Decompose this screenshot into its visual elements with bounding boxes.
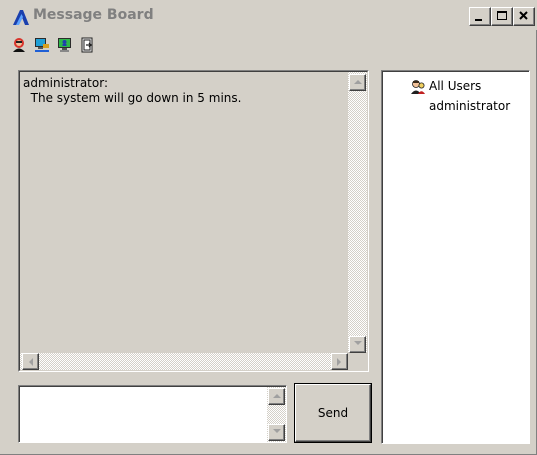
- scroll-up-button[interactable]: [349, 74, 366, 91]
- send-button[interactable]: Send: [295, 384, 371, 442]
- title-bar[interactable]: Message Board: [0, 0, 537, 30]
- users-group-icon: [411, 80, 425, 94]
- close-button[interactable]: [513, 7, 535, 26]
- scrollbar-corner: [348, 353, 367, 370]
- message-board-window: Message Board administrator: The system …: [0, 0, 537, 455]
- toolbar: [8, 35, 100, 55]
- arrow-right-icon: [337, 358, 341, 366]
- window-controls: [469, 7, 535, 26]
- app-logo-icon: [13, 10, 29, 25]
- monitor-users-icon: [58, 38, 71, 52]
- input-scroll-up-button[interactable]: [268, 388, 285, 405]
- message-input[interactable]: [22, 389, 258, 439]
- message-input-box: [18, 385, 287, 443]
- user-name: administrator: [429, 99, 511, 113]
- maximize-button[interactable]: [491, 7, 513, 26]
- toolbar-users-button[interactable]: [54, 35, 76, 57]
- toolbar-network-button[interactable]: [31, 35, 53, 57]
- arrow-left-icon: [29, 358, 33, 366]
- user-list-item[interactable]: administrator: [429, 99, 510, 114]
- arrow-up-icon: [354, 80, 362, 84]
- maximize-icon: [497, 11, 507, 20]
- scroll-down-button[interactable]: [349, 336, 366, 353]
- close-icon: [519, 11, 528, 20]
- scroll-left-button[interactable]: [22, 353, 39, 370]
- monitor-network-icon: [35, 38, 49, 52]
- user-list-panel: All Users administrator: [381, 70, 530, 444]
- user-group-all-users[interactable]: All Users: [410, 79, 481, 94]
- message-vertical-scrollbar[interactable]: [348, 72, 367, 353]
- toolbar-user-button[interactable]: [8, 35, 30, 57]
- message-horizontal-scrollbar[interactable]: [20, 353, 348, 370]
- toolbar-exit-button[interactable]: [77, 35, 99, 57]
- message-history-text: administrator: The system will go down i…: [23, 76, 242, 105]
- input-vertical-scrollbar[interactable]: [267, 387, 286, 442]
- exit-door-icon: [81, 37, 93, 53]
- input-scroll-down-button[interactable]: [268, 424, 285, 441]
- window-title: Message Board: [33, 7, 154, 23]
- user-group-label: All Users: [429, 79, 482, 93]
- arrow-down-icon: [273, 429, 281, 433]
- user-red-icon: [13, 38, 25, 52]
- minimize-icon: [475, 19, 482, 21]
- scroll-right-button[interactable]: [331, 353, 348, 370]
- minimize-button[interactable]: [469, 7, 491, 26]
- arrow-down-icon: [354, 341, 362, 345]
- message-history-panel: administrator: The system will go down i…: [18, 70, 369, 372]
- arrow-up-icon: [273, 394, 281, 398]
